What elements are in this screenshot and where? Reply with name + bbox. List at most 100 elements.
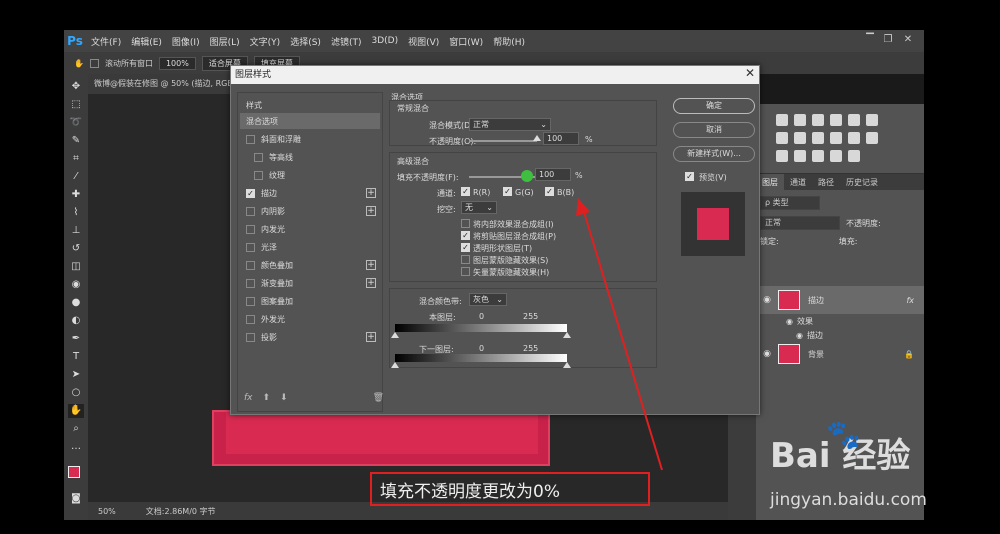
hand-tool-icon[interactable]: ✋ (68, 404, 84, 418)
this-layer-gradient[interactable] (395, 324, 567, 332)
color-overlay-checkbox[interactable] (246, 260, 255, 270)
foreground-color-swatch[interactable] (68, 466, 80, 478)
style-gradient-overlay[interactable]: 渐变叠加 + (240, 275, 380, 291)
blend-interior-checkbox[interactable] (461, 219, 470, 228)
brightness-icon[interactable] (776, 114, 788, 126)
visibility-eye-icon[interactable]: ◉ (760, 295, 774, 305)
exposure-icon[interactable] (830, 114, 842, 126)
channel-g-checkbox[interactable] (503, 187, 512, 196)
close-window-icon[interactable]: ✕ (902, 34, 914, 46)
style-drop-shadow[interactable]: 投影 + (240, 329, 380, 345)
more-tools-icon[interactable]: … (68, 440, 84, 454)
eyedropper-tool-icon[interactable]: ⁄ (68, 170, 84, 184)
move-up-icon[interactable]: ⬆ (263, 393, 271, 403)
style-outer-glow[interactable]: 外发光 (240, 311, 380, 327)
channel-b-checkbox[interactable] (545, 187, 554, 196)
tab-layers[interactable]: 图层 (756, 174, 784, 190)
fx-menu-icon[interactable]: fx (244, 393, 253, 403)
ok-button[interactable]: 确定 (673, 98, 755, 114)
under-layer-white-knob[interactable] (563, 362, 571, 368)
curves-icon[interactable] (812, 114, 824, 126)
drop-shadow-checkbox[interactable] (246, 332, 255, 342)
photo-filter-icon[interactable] (812, 132, 824, 144)
blur-tool-icon[interactable]: ● (68, 296, 84, 310)
fx-badge[interactable]: fx (906, 296, 914, 305)
stroke-checkbox[interactable] (246, 188, 255, 198)
posterize-icon[interactable] (794, 150, 806, 162)
under-layer-gradient[interactable] (395, 354, 567, 362)
add-stroke-plus-icon[interactable]: + (366, 188, 376, 198)
eraser-tool-icon[interactable]: ◫ (68, 260, 84, 274)
style-inner-glow[interactable]: 内发光 (240, 221, 380, 237)
zoom-field[interactable]: 100% (158, 56, 196, 70)
this-layer-white-knob[interactable] (563, 332, 571, 338)
stamp-tool-icon[interactable]: ⊥ (68, 224, 84, 238)
zoom-tool-icon[interactable]: ⌕ (68, 422, 84, 436)
tab-paths[interactable]: 路径 (812, 174, 840, 190)
quick-mask-icon[interactable]: ◙ (68, 492, 84, 506)
trash-icon[interactable]: 🗑 (373, 393, 384, 403)
layer-blend-mode[interactable]: 正常 (760, 216, 840, 230)
layer-row-background[interactable]: ◉ 背景 🔒 (756, 340, 924, 368)
style-contour[interactable]: 等高线 (240, 149, 380, 165)
style-texture[interactable]: 纹理 (240, 167, 380, 183)
bevel-checkbox[interactable] (246, 134, 255, 144)
menu-file[interactable]: 文件(F) (86, 35, 126, 48)
layer-mask-hides-checkbox[interactable] (461, 255, 470, 264)
vector-mask-hides-checkbox[interactable] (461, 267, 470, 276)
gradient-map-icon[interactable] (830, 150, 842, 162)
menu-type[interactable]: 文字(Y) (245, 35, 286, 48)
levels-icon[interactable] (794, 114, 806, 126)
crop-tool-icon[interactable]: ⌗ (68, 152, 84, 166)
menu-select[interactable]: 选择(S) (285, 35, 326, 48)
style-inner-shadow[interactable]: 内阴影 + (240, 203, 380, 219)
transparency-shapes-checkbox[interactable] (461, 243, 470, 252)
style-stroke[interactable]: 描边+ (240, 185, 380, 201)
bucket-tool-icon[interactable]: ◉ (68, 278, 84, 292)
opacity-slider[interactable] (469, 140, 537, 142)
grid-icon[interactable] (866, 132, 878, 144)
knockout-select[interactable]: 无 ⌄ (461, 201, 497, 214)
preview-checkbox[interactable] (685, 172, 694, 181)
vibrance-icon[interactable] (848, 114, 860, 126)
invert-icon[interactable] (776, 150, 788, 162)
dialog-close-icon[interactable]: ✕ (745, 66, 755, 80)
style-bevel-emboss[interactable]: 斜面和浮雕 (240, 131, 380, 147)
fill-opacity-input[interactable]: 100 (535, 168, 571, 181)
blend-clipped-checkbox[interactable] (461, 231, 470, 240)
history-brush-icon[interactable]: ↺ (68, 242, 84, 256)
document-canvas[interactable] (212, 410, 550, 466)
dodge-tool-icon[interactable]: ◐ (68, 314, 84, 328)
restore-icon[interactable]: ❐ (882, 34, 894, 46)
menu-layer[interactable]: 图层(L) (205, 35, 245, 48)
brush-tool-icon[interactable]: ⌇ (68, 206, 84, 220)
visibility-eye-icon[interactable]: ◉ (760, 349, 774, 359)
style-pattern-overlay[interactable]: 图案叠加 (240, 293, 380, 309)
shape-tool-icon[interactable]: ○ (68, 386, 84, 400)
add-inner-shadow-plus-icon[interactable]: + (366, 206, 376, 216)
minimize-icon[interactable]: ▔ (864, 34, 876, 46)
menu-view[interactable]: 视图(V) (403, 35, 444, 48)
add-gradient-overlay-plus-icon[interactable]: + (366, 278, 376, 288)
color-balance-icon[interactable] (776, 132, 788, 144)
layer-effects-row[interactable]: ◉ 效果 (756, 314, 924, 328)
style-color-overlay[interactable]: 颜色叠加 + (240, 257, 380, 273)
quick-select-tool-icon[interactable]: ✎ (68, 134, 84, 148)
gradient-overlay-checkbox[interactable] (246, 278, 255, 288)
outer-glow-checkbox[interactable] (246, 314, 255, 324)
inner-glow-checkbox[interactable] (246, 224, 255, 234)
hue-icon[interactable] (866, 114, 878, 126)
cancel-button[interactable]: 取消 (673, 122, 755, 138)
tab-history[interactable]: 历史记录 (840, 174, 884, 190)
lasso-tool-icon[interactable]: ➰ (68, 116, 84, 130)
satin-checkbox[interactable] (246, 242, 255, 252)
path-select-icon[interactable]: ➤ (68, 368, 84, 382)
menu-edit[interactable]: 编辑(E) (126, 35, 167, 48)
layer-kind-filter[interactable]: ρ 类型 (760, 196, 820, 210)
style-blending-options[interactable]: 混合选项 (240, 113, 380, 129)
marquee-tool-icon[interactable]: ⬚ (68, 98, 84, 112)
bw-icon[interactable] (794, 132, 806, 144)
selective-color-icon[interactable] (848, 150, 860, 162)
move-down-icon[interactable]: ⬇ (280, 393, 288, 403)
pen-tool-icon[interactable]: ✒ (68, 332, 84, 346)
